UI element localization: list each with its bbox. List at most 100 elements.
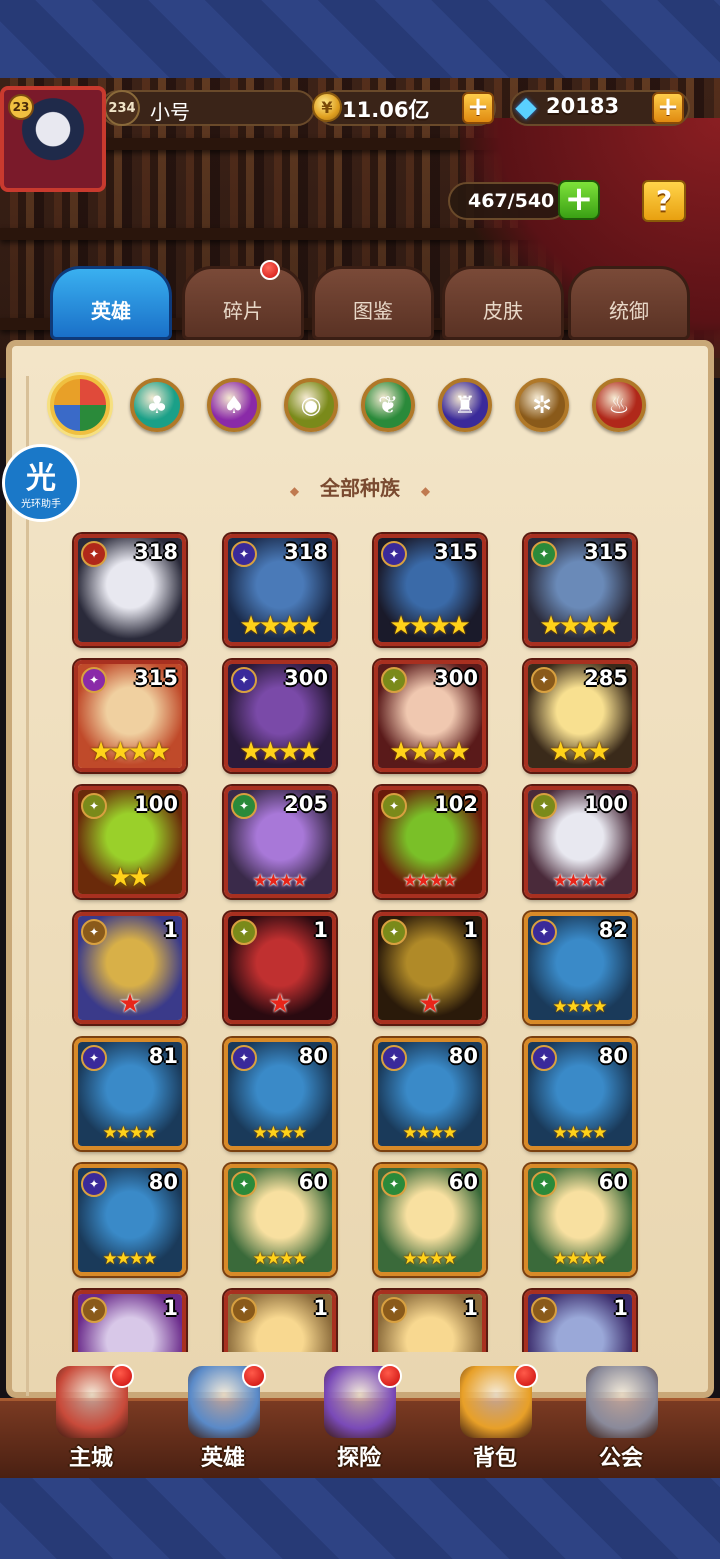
diamond-ornament-icon: ◆	[420, 484, 431, 498]
add-gems-button[interactable]: +	[652, 92, 684, 124]
expand-capacity-button[interactable]: +	[558, 180, 600, 220]
hero-stars: ★★★★	[78, 1248, 182, 1270]
hero-card[interactable]: ✦ 60 ★★★★	[374, 1164, 486, 1276]
nav-hero[interactable]: 英雄	[158, 1364, 288, 1476]
hero-level: 1	[463, 918, 478, 942]
help-button[interactable]: ?	[642, 180, 686, 222]
tab-1[interactable]: 碎片	[182, 266, 304, 340]
hero-stars: ★★★★	[378, 870, 482, 892]
hero-faction-icon: ✦	[81, 793, 107, 819]
hero-card[interactable]: ✦ 1	[524, 1290, 636, 1352]
hero-card[interactable]: ✦ 1 ★	[374, 912, 486, 1024]
hero-faction-icon: ✦	[231, 793, 257, 819]
hero-card[interactable]: ✦ 1	[74, 1290, 186, 1352]
star-icon: ★	[292, 1123, 308, 1143]
hero-stars: ★★★★	[378, 1122, 482, 1144]
hero-card[interactable]: ✦ 100 ★★	[74, 786, 186, 898]
hero-level: 100	[134, 792, 178, 816]
star-icon: ★	[418, 989, 442, 1019]
hero-card[interactable]: ✦ 82 ★★★★	[524, 912, 636, 1024]
hero-stars: ★★★★	[528, 1122, 632, 1144]
tab-4[interactable]: 统御	[568, 266, 690, 340]
hero-faction-icon: ✦	[231, 1297, 257, 1323]
hero-card[interactable]: ✦ 102 ★★★★	[374, 786, 486, 898]
hero-card[interactable]: ✦ 318 ★★★★	[224, 534, 336, 646]
star-icon: ★	[292, 1249, 308, 1269]
hero-card[interactable]: ✦ 205 ★★★★	[224, 786, 336, 898]
tab-3[interactable]: 皮肤	[442, 266, 564, 340]
hero-faction-icon: ✦	[531, 919, 557, 945]
nav-label: 主城	[68, 1446, 113, 1471]
hero-faction-icon: ✦	[81, 1297, 107, 1323]
hero-level: 1	[613, 1296, 628, 1320]
nav-castle[interactable]: 主城	[26, 1364, 156, 1476]
hero-faction-icon: ✦	[531, 1297, 557, 1323]
hero-stars: ★★★★	[528, 996, 632, 1018]
hero-level: 300	[284, 666, 328, 690]
shadow-faction-icon[interactable]: ◉	[284, 378, 338, 432]
hero-level: 1	[313, 918, 328, 942]
star-icon: ★	[297, 737, 321, 767]
nav-backpack[interactable]: 背包	[430, 1364, 560, 1476]
add-gold-button[interactable]: +	[462, 92, 494, 124]
tab-0[interactable]: 英雄	[50, 266, 172, 340]
player-avatar[interactable]: 23	[0, 86, 106, 192]
notification-dot	[378, 1364, 402, 1388]
hero-card[interactable]: ✦ 1 ★	[74, 912, 186, 1024]
hero-level: 1	[163, 918, 178, 942]
hero-faction-icon: ✦	[381, 793, 407, 819]
hero-level: 318	[134, 540, 178, 564]
star-icon: ★	[592, 997, 608, 1017]
hero-faction-icon: ✦	[81, 1171, 107, 1197]
hero-card[interactable]: ✦ 80 ★★★★	[374, 1038, 486, 1150]
star-icon: ★	[142, 1249, 158, 1269]
hero-card[interactable]: ✦ 315 ★★★★	[374, 534, 486, 646]
hero-stars: ★★★★	[78, 1122, 182, 1144]
hero-faction-icon: ✦	[381, 1171, 407, 1197]
hero-card[interactable]: ✦ 300 ★★★★	[224, 660, 336, 772]
avatar-level-badge: 23	[8, 94, 34, 120]
hero-card[interactable]: ✦ 300 ★★★★	[374, 660, 486, 772]
hero-level: 60	[298, 1170, 328, 1194]
hero-card[interactable]: ✦ 315 ★★★★	[74, 660, 186, 772]
hero-card[interactable]: ✦ 315 ★★★★	[524, 534, 636, 646]
nav-guild[interactable]: 公会	[556, 1366, 686, 1476]
hero-level: 80	[448, 1044, 478, 1068]
star-icon: ★	[592, 1123, 608, 1143]
star-icon: ★	[442, 1249, 458, 1269]
diamond-gem-icon: ◆	[515, 90, 537, 123]
star-icon: ★	[442, 1123, 458, 1143]
light-faction-icon[interactable]: ✲	[515, 378, 569, 432]
hero-faction-icon: ✦	[231, 667, 257, 693]
abyss-faction-icon[interactable]: ♠	[207, 378, 261, 432]
hero-card[interactable]: ✦ 80 ★★★★	[524, 1038, 636, 1150]
tab-2[interactable]: 图鉴	[312, 266, 434, 340]
star-icon: ★	[292, 871, 308, 891]
hero-faction-icon: ✦	[231, 919, 257, 945]
tab-bar: 英雄 碎片 图鉴 皮肤 统御	[0, 260, 720, 346]
hero-card[interactable]: ✦ 80 ★★★★	[224, 1038, 336, 1150]
hero-card[interactable]: ✦ 60 ★★★★	[224, 1164, 336, 1276]
star-icon: ★	[142, 1123, 158, 1143]
hero-card[interactable]: ✦ 81 ★★★★	[74, 1038, 186, 1150]
hero-level: 102	[434, 792, 478, 816]
hero-level: 60	[448, 1170, 478, 1194]
fortress-faction-icon[interactable]: ❦	[361, 378, 415, 432]
hero-card[interactable]: ✦ 1	[224, 1290, 336, 1352]
hero-card[interactable]: ✦ 285 ★★★	[524, 660, 636, 772]
nav-portal[interactable]: 探险	[294, 1364, 424, 1476]
dark-faction-icon[interactable]: ♜	[438, 378, 492, 432]
hero-card[interactable]: ✦ 318	[74, 534, 186, 646]
hero-card[interactable]: ✦ 80 ★★★★	[74, 1164, 186, 1276]
helper-app-badge[interactable]: 光 光环助手	[2, 444, 80, 522]
hero-card[interactable]: ✦ 60 ★★★★	[524, 1164, 636, 1276]
hero-level: 205	[284, 792, 328, 816]
forest-faction-icon[interactable]: ♣	[130, 378, 184, 432]
all-factions-icon[interactable]	[50, 375, 110, 435]
hero-card[interactable]: ✦ 1 ★	[224, 912, 336, 1024]
transcendence-faction-icon[interactable]: ♨	[592, 378, 646, 432]
hero-card[interactable]: ✦ 1	[374, 1290, 486, 1352]
nav-label: 探险	[336, 1446, 381, 1471]
hero-faction-icon: ✦	[531, 541, 557, 567]
hero-card[interactable]: ✦ 100 ★★★★	[524, 786, 636, 898]
